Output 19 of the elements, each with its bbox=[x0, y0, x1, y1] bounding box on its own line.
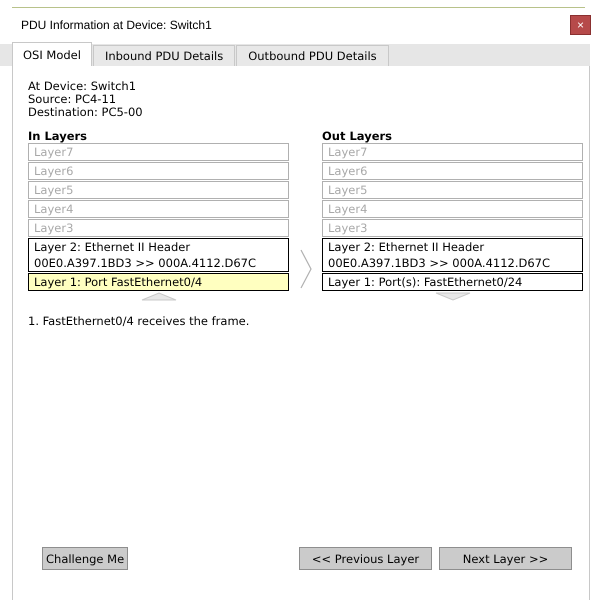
layer-row[interactable]: Layer 1: Port FastEthernet0/4 bbox=[28, 273, 289, 291]
close-button[interactable]: × bbox=[570, 15, 591, 35]
layer-row[interactable]: Layer 1: Port(s): FastEthernet0/24 bbox=[322, 273, 583, 291]
previous-layer-button[interactable]: << Previous Layer bbox=[299, 547, 432, 570]
layer-row[interactable]: Layer 2: Ethernet II Header 00E0.A397.1BD3 >> 000A.4112.D67C bbox=[28, 238, 289, 272]
tab[interactable]: Inbound PDU Details bbox=[92, 45, 236, 66]
tab[interactable]: Outbound PDU Details bbox=[236, 45, 389, 66]
column-heading: In Layers bbox=[28, 130, 88, 143]
column-heading: Out Layers bbox=[322, 130, 394, 143]
info-text: At Device: Switch1 bbox=[28, 80, 138, 93]
description-text: 1. FastEthernet0/4 receives the frame. bbox=[28, 314, 250, 328]
info-text: Source: PC4-11 bbox=[28, 93, 118, 106]
layer-row[interactable]: Layer 2: Ethernet II Header 00E0.A397.1BD3 >> 000A.4112.D67C bbox=[322, 238, 583, 272]
down-caret-icon[interactable] bbox=[434, 292, 470, 301]
window-title: PDU Information at Device: Switch1 bbox=[21, 18, 212, 32]
info-text: Destination: PC5-00 bbox=[28, 106, 144, 119]
next-layer-button[interactable]: Next Layer >> bbox=[439, 547, 572, 570]
tab[interactable]: OSI Model bbox=[12, 42, 92, 66]
challenge-button[interactable]: Challenge Me bbox=[42, 547, 128, 570]
